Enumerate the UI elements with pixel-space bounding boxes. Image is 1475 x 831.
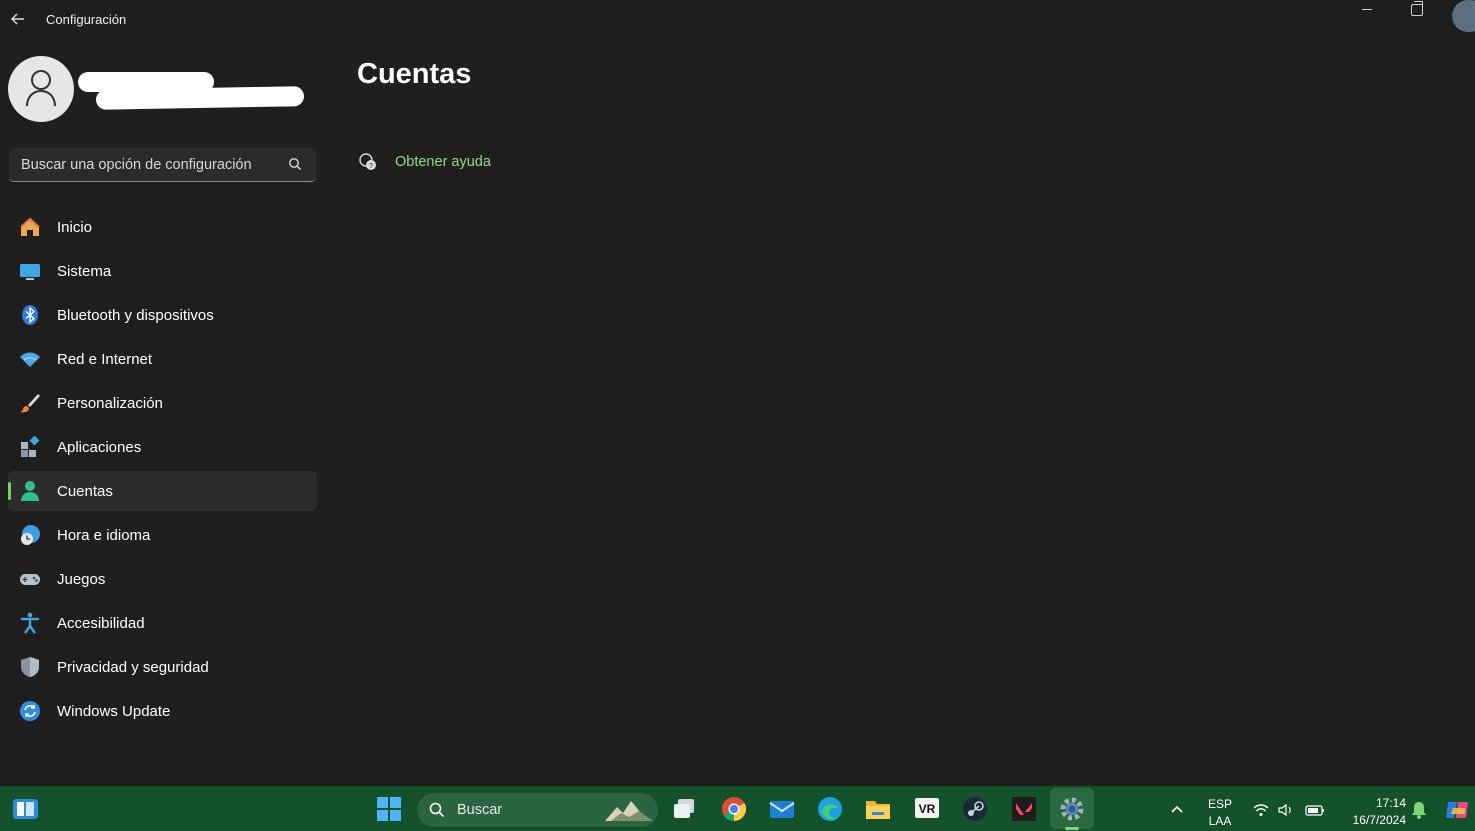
copilot-icon[interactable]	[1445, 798, 1471, 822]
search-icon	[429, 802, 445, 818]
shield-icon	[21, 657, 39, 677]
settings-icon[interactable]	[1059, 796, 1085, 822]
sidebar-item-label: Juegos	[57, 571, 106, 588]
title-bar: Configuración	[0, 0, 1475, 40]
keyboard-layout: LAA	[1208, 814, 1232, 828]
sidebar-item-hora[interactable]: Hora e idioma	[8, 515, 317, 555]
valorant-icon[interactable]	[1011, 796, 1037, 822]
notification-bell-icon[interactable]	[1411, 801, 1427, 819]
settings-search-box[interactable]	[9, 148, 316, 182]
sidebar-item-label: Red e Internet	[57, 351, 153, 368]
back-arrow-icon[interactable]	[9, 10, 27, 28]
sidebar-item-inicio[interactable]: Inicio	[8, 207, 317, 247]
battery-icon[interactable]	[1305, 803, 1325, 817]
sidebar-item-juegos[interactable]: Juegos	[8, 559, 317, 599]
sidebar-item-personalizacion[interactable]: Personalización	[8, 383, 317, 423]
sidebar-item-label: Aplicaciones	[57, 439, 142, 456]
apps-icon	[21, 436, 40, 457]
widgets-icon[interactable]	[13, 799, 38, 819]
sidebar-item-cuentas[interactable]: Cuentas	[8, 471, 317, 511]
sidebar-item-label: Inicio	[57, 219, 93, 236]
svg-text:VR: VR	[919, 802, 936, 816]
volume-icon[interactable]	[1278, 803, 1294, 817]
sidebar-item-label: Privacidad y seguridad	[57, 659, 209, 676]
page-title: Cuentas	[357, 58, 472, 90]
brush-icon	[20, 394, 40, 413]
redacted-account-type	[95, 86, 305, 110]
search-highlight-image	[605, 801, 653, 821]
steam-icon[interactable]	[962, 796, 988, 822]
wifi-icon	[20, 352, 40, 367]
bluetooth-icon	[22, 305, 38, 325]
edge-icon[interactable]	[817, 796, 843, 822]
file-explorer-icon[interactable]	[865, 796, 891, 822]
sidebar-item-privacidad[interactable]: Privacidad y seguridad	[8, 647, 317, 687]
sidebar-item-label: Sistema	[57, 263, 112, 280]
sidebar-item-label: Personalización	[57, 395, 163, 412]
sidebar-item-bluetooth[interactable]: Bluetooth y dispositivos	[8, 295, 317, 335]
sidebar-item-aplicaciones[interactable]: Aplicaciones	[8, 427, 317, 467]
language-indicator[interactable]: ESP LAA	[1206, 796, 1234, 830]
taskbar-search-label: Buscar	[457, 802, 503, 818]
account-icon	[21, 481, 39, 501]
active-app-indicator	[1065, 827, 1079, 830]
sidebar-item-label: Bluetooth y dispositivos	[57, 307, 214, 324]
restore-icon[interactable]	[1411, 1, 1423, 16]
clock-time: 17:14	[1375, 796, 1406, 810]
search-input[interactable]	[9, 148, 293, 182]
system-monitor-icon	[20, 264, 40, 280]
task-view-icon[interactable]	[672, 796, 698, 822]
home-icon	[20, 217, 40, 236]
app-title: Configuración	[46, 12, 127, 27]
gamepad-icon	[20, 574, 40, 585]
language-code: ESP	[1207, 797, 1232, 811]
search-icon[interactable]	[288, 157, 302, 171]
help-icon: ?	[359, 153, 376, 170]
help-link-label[interactable]: Obtener ayuda	[395, 154, 491, 170]
chevron-up-icon[interactable]	[1170, 803, 1184, 815]
taskbar: Buscar VR ESP LAA 17:14 16/7/2024	[0, 786, 1475, 831]
vr-icon[interactable]: VR	[914, 796, 940, 822]
window-overlay-icon[interactable]	[1452, 0, 1475, 32]
sidebar-item-label: Accesibilidad	[57, 615, 145, 632]
taskbar-search[interactable]: Buscar	[417, 793, 658, 827]
chrome-icon[interactable]	[721, 796, 747, 822]
update-icon	[20, 701, 40, 721]
avatar[interactable]	[8, 56, 74, 122]
sidebar-item-red[interactable]: Red e Internet	[8, 339, 317, 379]
wifi-icon[interactable]	[1253, 803, 1269, 817]
sidebar-item-label: Cuentas	[57, 483, 113, 500]
clock-date: 16/7/2024	[1352, 813, 1406, 827]
start-icon[interactable]	[376, 796, 402, 822]
sidebar-item-accesibilidad[interactable]: Accesibilidad	[8, 603, 317, 643]
sidebar-item-label: Windows Update	[57, 703, 171, 720]
svg-text:?: ?	[369, 163, 373, 170]
minimize-icon[interactable]	[1360, 2, 1376, 18]
sidebar-nav: Inicio Sistema Bluetooth y dispositivos …	[8, 207, 317, 735]
sidebar-item-label: Hora e idioma	[57, 527, 151, 544]
sidebar-item-sistema[interactable]: Sistema	[8, 251, 317, 291]
clock-globe-icon	[21, 525, 40, 545]
clock[interactable]: 17:14 16/7/2024	[1338, 795, 1406, 829]
mail-icon[interactable]	[769, 796, 795, 822]
sidebar-item-windows-update[interactable]: Windows Update	[8, 691, 317, 731]
user-icon	[26, 70, 56, 107]
accessibility-icon	[21, 612, 39, 634]
